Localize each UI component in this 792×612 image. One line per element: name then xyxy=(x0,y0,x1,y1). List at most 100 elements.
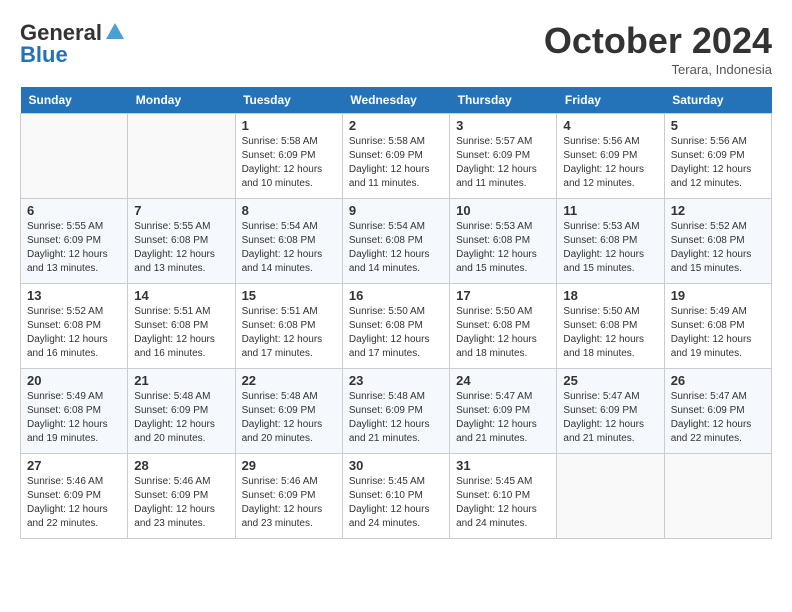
day-number: 6 xyxy=(27,203,121,218)
day-info: Sunrise: 5:45 AM Sunset: 6:10 PM Dayligh… xyxy=(456,475,550,531)
calendar-cell: 25 Sunrise: 5:47 AM Sunset: 6:09 PM Dayli… xyxy=(557,369,664,454)
day-number: 3 xyxy=(456,118,550,133)
day-info: Sunrise: 5:51 AM Sunset: 6:08 PM Dayligh… xyxy=(134,305,228,361)
day-info: Sunrise: 5:52 AM Sunset: 6:08 PM Dayligh… xyxy=(671,220,765,276)
day-info: Sunrise: 5:48 AM Sunset: 6:09 PM Dayligh… xyxy=(349,390,443,446)
day-info: Sunrise: 5:54 AM Sunset: 6:08 PM Dayligh… xyxy=(349,220,443,276)
day-number: 16 xyxy=(349,288,443,303)
day-info: Sunrise: 5:57 AM Sunset: 6:09 PM Dayligh… xyxy=(456,135,550,191)
day-info: Sunrise: 5:58 AM Sunset: 6:09 PM Dayligh… xyxy=(242,135,336,191)
calendar-cell: 28Sunrise: 5:46 AM Sunset: 6:09 PM Dayli… xyxy=(128,454,235,539)
calendar-cell: 15Sunrise: 5:51 AM Sunset: 6:08 PM Dayli… xyxy=(235,284,342,369)
day-info: Sunrise: 5:50 AM Sunset: 6:08 PM Dayligh… xyxy=(563,305,657,361)
day-info: Sunrise: 5:49 AM Sunset: 6:08 PM Dayligh… xyxy=(27,390,121,446)
day-info: Sunrise: 5:49 AM Sunset: 6:08 PM Dayligh… xyxy=(671,305,765,361)
day-info: Sunrise: 5:58 AM Sunset: 6:09 PM Dayligh… xyxy=(349,135,443,191)
day-number: 12 xyxy=(671,203,765,218)
day-number: 23 xyxy=(349,373,443,388)
calendar-cell: 12 Sunrise: 5:52 AM Sunset: 6:08 PM Dayli… xyxy=(664,199,771,284)
logo-icon xyxy=(104,21,126,43)
calendar-cell: 23 Sunrise: 5:48 AM Sunset: 6:09 PM Dayli… xyxy=(342,369,449,454)
day-number: 4 xyxy=(563,118,657,133)
weekday-header-tuesday: Tuesday xyxy=(235,87,342,114)
day-info: Sunrise: 5:54 AM Sunset: 6:08 PM Dayligh… xyxy=(242,220,336,276)
day-number: 25 xyxy=(563,373,657,388)
day-number: 7 xyxy=(134,203,228,218)
day-info: Sunrise: 5:56 AM Sunset: 6:09 PM Dayligh… xyxy=(671,135,765,191)
day-info: Sunrise: 5:47 AM Sunset: 6:09 PM Dayligh… xyxy=(563,390,657,446)
logo: General Blue xyxy=(20,20,126,68)
calendar-cell xyxy=(21,114,128,199)
day-number: 5 xyxy=(671,118,765,133)
day-number: 17 xyxy=(456,288,550,303)
day-info: Sunrise: 5:50 AM Sunset: 6:08 PM Dayligh… xyxy=(456,305,550,361)
day-number: 30 xyxy=(349,458,443,473)
weekday-header-wednesday: Wednesday xyxy=(342,87,449,114)
day-number: 27 xyxy=(27,458,121,473)
day-number: 29 xyxy=(242,458,336,473)
day-info: Sunrise: 5:46 AM Sunset: 6:09 PM Dayligh… xyxy=(27,475,121,531)
day-number: 2 xyxy=(349,118,443,133)
calendar-cell: 24 Sunrise: 5:47 AM Sunset: 6:09 PM Dayli… xyxy=(450,369,557,454)
weekday-header-monday: Monday xyxy=(128,87,235,114)
day-number: 22 xyxy=(242,373,336,388)
calendar-cell: 17 Sunrise: 5:50 AM Sunset: 6:08 PM Dayli… xyxy=(450,284,557,369)
day-number: 24 xyxy=(456,373,550,388)
calendar-cell: 8 Sunrise: 5:54 AM Sunset: 6:08 PM Daylig… xyxy=(235,199,342,284)
calendar-cell xyxy=(128,114,235,199)
day-number: 21 xyxy=(134,373,228,388)
calendar-cell: 5 Sunrise: 5:56 AM Sunset: 6:09 PM Daylig… xyxy=(664,114,771,199)
calendar-cell: 11Sunrise: 5:53 AM Sunset: 6:08 PM Dayli… xyxy=(557,199,664,284)
calendar-cell: 6 Sunrise: 5:55 AM Sunset: 6:09 PM Daylig… xyxy=(21,199,128,284)
day-info: Sunrise: 5:45 AM Sunset: 6:10 PM Dayligh… xyxy=(349,475,443,531)
day-number: 1 xyxy=(242,118,336,133)
weekday-header-friday: Friday xyxy=(557,87,664,114)
page-header: General Blue October 2024 Terara, Indone… xyxy=(20,20,772,77)
calendar-cell: 22 Sunrise: 5:48 AM Sunset: 6:09 PM Dayli… xyxy=(235,369,342,454)
day-info: Sunrise: 5:53 AM Sunset: 6:08 PM Dayligh… xyxy=(563,220,657,276)
calendar-cell xyxy=(664,454,771,539)
calendar-cell: 21 Sunrise: 5:48 AM Sunset: 6:09 PM Dayli… xyxy=(128,369,235,454)
day-info: Sunrise: 5:55 AM Sunset: 6:09 PM Dayligh… xyxy=(27,220,121,276)
day-info: Sunrise: 5:46 AM Sunset: 6:09 PM Dayligh… xyxy=(134,475,228,531)
weekday-header-thursday: Thursday xyxy=(450,87,557,114)
day-info: Sunrise: 5:47 AM Sunset: 6:09 PM Dayligh… xyxy=(456,390,550,446)
week-row-5: 27 Sunrise: 5:46 AM Sunset: 6:09 PM Dayli… xyxy=(21,454,772,539)
calendar-cell: 19Sunrise: 5:49 AM Sunset: 6:08 PM Dayli… xyxy=(664,284,771,369)
calendar-cell: 7 Sunrise: 5:55 AM Sunset: 6:08 PM Daylig… xyxy=(128,199,235,284)
day-number: 13 xyxy=(27,288,121,303)
calendar-cell: 3 Sunrise: 5:57 AM Sunset: 6:09 PM Daylig… xyxy=(450,114,557,199)
calendar-cell: 4 Sunrise: 5:56 AM Sunset: 6:09 PM Daylig… xyxy=(557,114,664,199)
location: Terara, Indonesia xyxy=(544,62,772,77)
day-number: 14 xyxy=(134,288,228,303)
calendar-cell: 10 Sunrise: 5:53 AM Sunset: 6:08 PM Dayli… xyxy=(450,199,557,284)
calendar-cell: 1 Sunrise: 5:58 AM Sunset: 6:09 PM Daylig… xyxy=(235,114,342,199)
day-info: Sunrise: 5:50 AM Sunset: 6:08 PM Dayligh… xyxy=(349,305,443,361)
week-row-4: 20Sunrise: 5:49 AM Sunset: 6:08 PM Dayli… xyxy=(21,369,772,454)
calendar-cell: 20Sunrise: 5:49 AM Sunset: 6:08 PM Dayli… xyxy=(21,369,128,454)
calendar-cell: 30 Sunrise: 5:45 AM Sunset: 6:10 PM Dayli… xyxy=(342,454,449,539)
day-info: Sunrise: 5:51 AM Sunset: 6:08 PM Dayligh… xyxy=(242,305,336,361)
day-info: Sunrise: 5:55 AM Sunset: 6:08 PM Dayligh… xyxy=(134,220,228,276)
day-info: Sunrise: 5:46 AM Sunset: 6:09 PM Dayligh… xyxy=(242,475,336,531)
day-number: 8 xyxy=(242,203,336,218)
week-row-1: 1 Sunrise: 5:58 AM Sunset: 6:09 PM Daylig… xyxy=(21,114,772,199)
day-info: Sunrise: 5:52 AM Sunset: 6:08 PM Dayligh… xyxy=(27,305,121,361)
day-info: Sunrise: 5:56 AM Sunset: 6:09 PM Dayligh… xyxy=(563,135,657,191)
calendar-cell: 31Sunrise: 5:45 AM Sunset: 6:10 PM Dayli… xyxy=(450,454,557,539)
calendar-cell: 9 Sunrise: 5:54 AM Sunset: 6:08 PM Daylig… xyxy=(342,199,449,284)
day-info: Sunrise: 5:48 AM Sunset: 6:09 PM Dayligh… xyxy=(134,390,228,446)
month-title: October 2024 xyxy=(544,20,772,62)
calendar-cell: 26Sunrise: 5:47 AM Sunset: 6:09 PM Dayli… xyxy=(664,369,771,454)
day-info: Sunrise: 5:48 AM Sunset: 6:09 PM Dayligh… xyxy=(242,390,336,446)
calendar-cell xyxy=(557,454,664,539)
day-number: 10 xyxy=(456,203,550,218)
calendar-cell: 16 Sunrise: 5:50 AM Sunset: 6:08 PM Dayli… xyxy=(342,284,449,369)
title-area: October 2024 Terara, Indonesia xyxy=(544,20,772,77)
day-number: 9 xyxy=(349,203,443,218)
calendar-cell: 14 Sunrise: 5:51 AM Sunset: 6:08 PM Dayli… xyxy=(128,284,235,369)
day-number: 18 xyxy=(563,288,657,303)
day-info: Sunrise: 5:53 AM Sunset: 6:08 PM Dayligh… xyxy=(456,220,550,276)
calendar-cell: 29 Sunrise: 5:46 AM Sunset: 6:09 PM Dayli… xyxy=(235,454,342,539)
weekday-header-saturday: Saturday xyxy=(664,87,771,114)
